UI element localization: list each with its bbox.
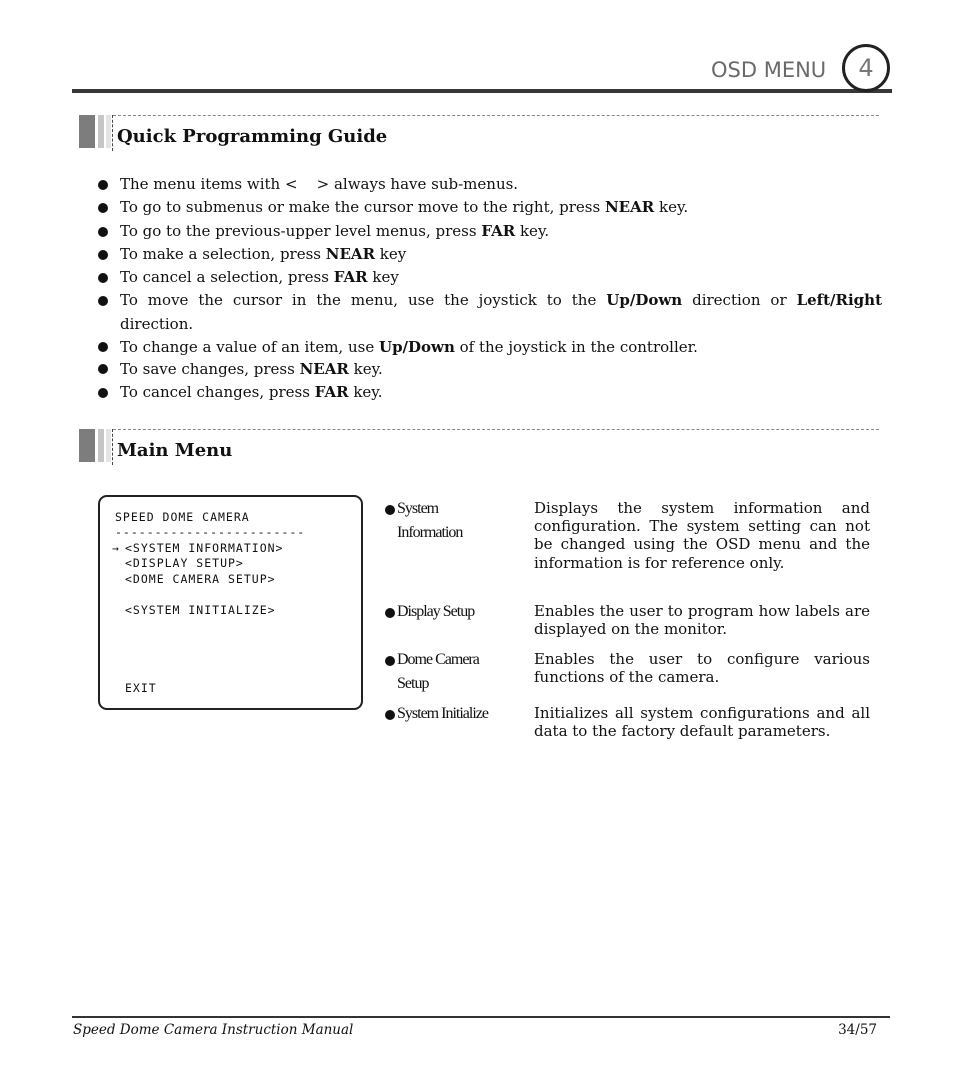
list-text: key. [654, 198, 689, 217]
heading-bar-icon [79, 115, 95, 148]
key-term: NEAR [604, 198, 655, 217]
bullet-icon [98, 273, 108, 284]
menu-label-system-information: System Information [383, 497, 533, 545]
heading-divider [112, 429, 113, 465]
bullet-icon [98, 364, 108, 375]
menu-label-dome-camera-setup: Dome Camera Setup [383, 648, 533, 696]
heading-bar-icon [79, 429, 95, 462]
list-item: To go to the previous-upper level menus,… [96, 220, 882, 243]
bullet-icon [98, 226, 108, 237]
bullet-icon [385, 608, 395, 618]
key-term: FAR [314, 383, 349, 402]
bullet-icon [98, 342, 108, 353]
menu-desc-system-initialize: Initializes all system configurations an… [534, 704, 870, 741]
header-rule [72, 89, 892, 93]
list-text: To move the cursor in the menu, use the … [120, 291, 607, 310]
list-text: To go to the previous-upper level menus,… [120, 221, 482, 240]
heading-divider [113, 429, 879, 430]
quick-guide-list: The menu items with < > always have sub-… [96, 173, 882, 404]
list-text: To save changes, press [120, 360, 300, 379]
list-text: To change a value of an item, use [120, 338, 379, 357]
list-text: direction or [682, 291, 797, 310]
list-item: To save changes, press NEAR key. [96, 359, 882, 379]
osd-item-exit[interactable]: EXIT [125, 681, 157, 695]
heading-divider [112, 115, 113, 151]
section-heading-quick-guide: Quick Programming Guide [79, 115, 879, 151]
list-text: key. [348, 383, 383, 402]
chapter-title: OSD MENU [711, 58, 827, 82]
heading-bar-icon [106, 115, 111, 148]
osd-item-system-initialize[interactable]: <SYSTEM INITIALIZE> [125, 603, 276, 617]
section-title: Main Menu [117, 440, 233, 461]
bullet-icon [98, 388, 108, 399]
osd-item-system-information[interactable]: <SYSTEM INFORMATION> [125, 541, 283, 555]
bullet-icon [385, 710, 395, 720]
page-number: 34/57 [838, 1022, 877, 1038]
list-text: To cancel a selection, press [120, 268, 334, 287]
menu-label-system-initialize: System Initialize [383, 702, 533, 726]
bullet-icon [98, 296, 108, 307]
list-item: To cancel a selection, press FAR key [96, 266, 882, 289]
cursor-arrow-icon: → [112, 541, 119, 555]
list-text: To go to submenus or make the cursor mov… [120, 198, 605, 217]
key-term: FAR [333, 268, 368, 287]
osd-title: SPEED DOME CAMERA [115, 510, 250, 524]
key-term: Left/Right [796, 291, 882, 310]
list-item: To go to submenus or make the cursor mov… [96, 196, 882, 219]
list-item: To make a selection, press NEAR key [96, 243, 882, 266]
key-term: NEAR [325, 244, 376, 263]
bullet-icon [98, 180, 108, 190]
menu-desc-dome-camera-setup: Enables the user to configure various fu… [534, 650, 870, 687]
bullet-icon [98, 249, 108, 260]
osd-item-display-setup[interactable]: <DISPLAY SETUP> [125, 556, 244, 570]
list-item: The menu items with < > always have sub-… [96, 173, 882, 196]
list-text: To cancel changes, press [120, 383, 315, 402]
list-item: To move the cursor in the menu, use the … [96, 289, 882, 336]
key-term: Up/Down [378, 338, 455, 357]
chapter-number-badge: 4 [842, 44, 890, 92]
list-item: To change a value of an item, use Up/Dow… [96, 337, 882, 357]
menu-desc-system-information: Displays the system information and conf… [534, 499, 870, 572]
key-term: NEAR [299, 360, 349, 379]
list-text: key. [348, 360, 383, 379]
list-item: To cancel changes, press FAR key. [96, 381, 882, 404]
list-text: of the joystick in the controller. [454, 338, 698, 357]
osd-screen: SPEED DOME CAMERA ----------------------… [98, 495, 363, 710]
list-text: key. [515, 221, 550, 240]
section-title: Quick Programming Guide [117, 126, 388, 147]
list-text: The menu items with < > always have sub-… [120, 175, 519, 193]
footer-rule [72, 1016, 890, 1018]
list-text: To make a selection, press [120, 244, 326, 263]
heading-bar-icon [98, 429, 104, 462]
key-term: Up/Down [606, 291, 683, 310]
key-term: FAR [481, 221, 516, 240]
list-text: key [375, 244, 407, 263]
bullet-icon [385, 656, 395, 666]
section-heading-main-menu: Main Menu [79, 429, 879, 465]
osd-item-dome-camera-setup[interactable]: <DOME CAMERA SETUP> [125, 572, 276, 586]
menu-label-display-setup: Display Setup [383, 600, 533, 624]
heading-bar-icon [106, 429, 111, 462]
heading-bar-icon [98, 115, 104, 148]
bullet-icon [98, 203, 108, 214]
list-text: key [367, 268, 399, 287]
heading-divider [113, 115, 879, 116]
footer-title: Speed Dome Camera Instruction Manual [73, 1022, 354, 1038]
menu-desc-display-setup: Enables the user to program how labels a… [534, 602, 870, 639]
bullet-icon [385, 505, 395, 515]
osd-separator: ------------------------ [115, 525, 306, 539]
